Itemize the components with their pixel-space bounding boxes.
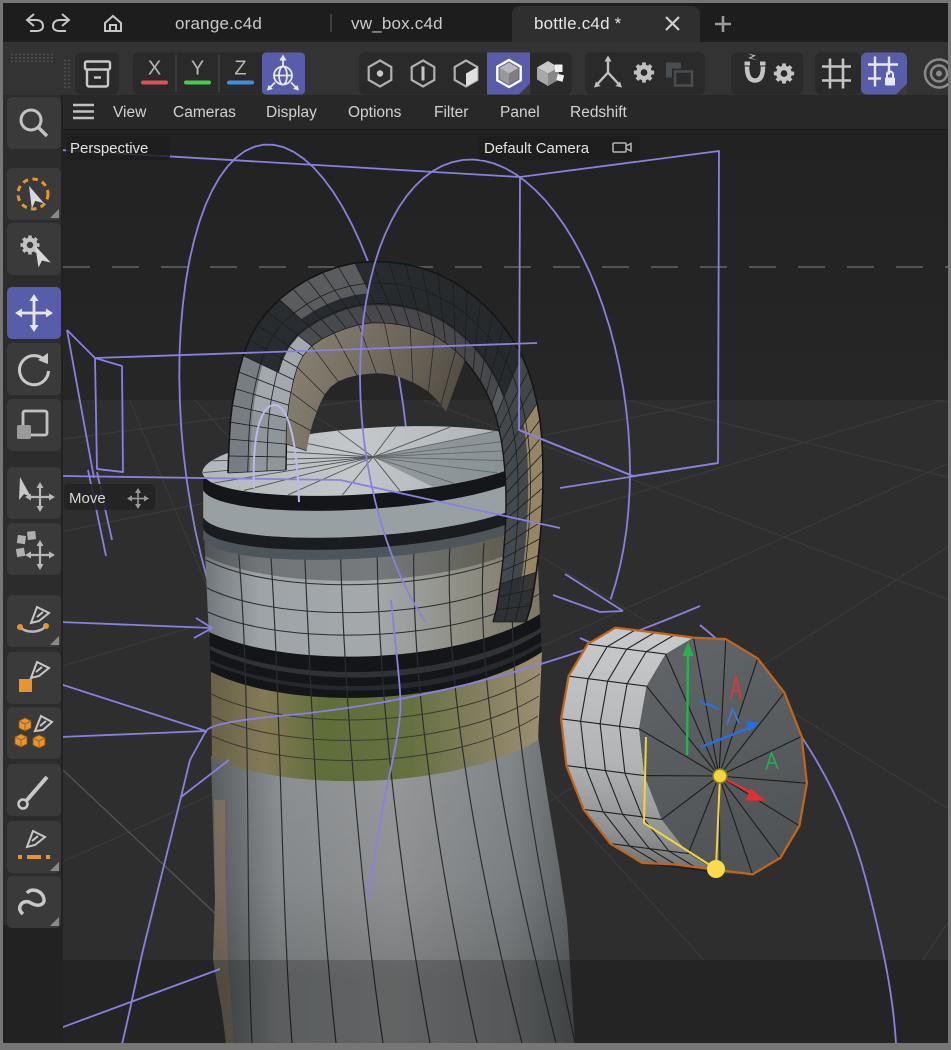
svg-text:Panel: Panel — [500, 104, 540, 121]
svg-text:Default Camera: Default Camera — [484, 140, 590, 157]
svg-text:Display: Display — [266, 104, 317, 121]
svg-text:Move: Move — [69, 490, 106, 507]
svg-text:X: X — [148, 58, 161, 80]
svg-text:Options: Options — [348, 104, 402, 121]
svg-text:View: View — [113, 104, 147, 121]
svg-text:bottle.c4d *: bottle.c4d * — [534, 14, 622, 33]
svg-text:vw_box.c4d: vw_box.c4d — [351, 14, 443, 33]
svg-text:Filter: Filter — [434, 104, 468, 121]
svg-text:Cameras: Cameras — [173, 104, 236, 121]
svg-text:Redshift: Redshift — [570, 104, 628, 121]
svg-text:orange.c4d: orange.c4d — [175, 14, 262, 33]
svg-text:Z: Z — [234, 58, 246, 80]
svg-text:Perspective: Perspective — [70, 140, 148, 157]
svg-text:Y: Y — [191, 58, 204, 80]
